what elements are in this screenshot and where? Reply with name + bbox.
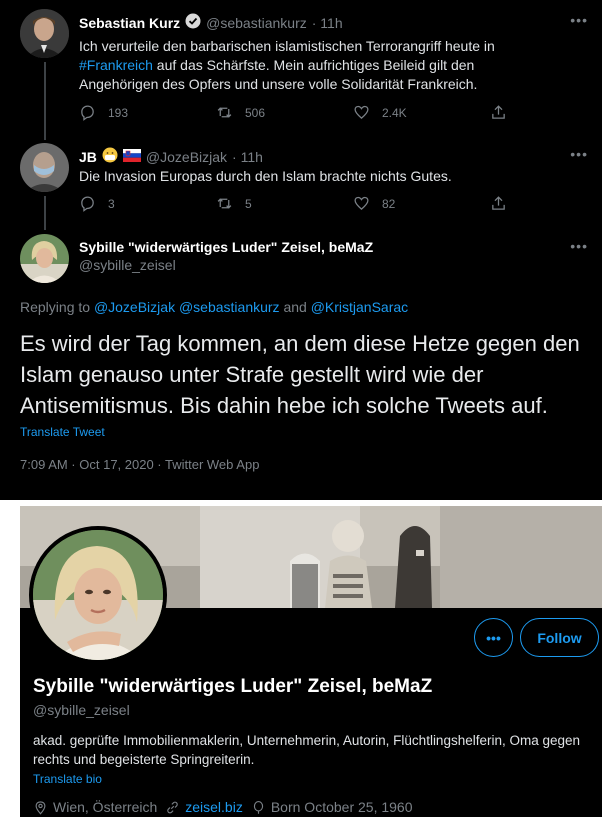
profile-birthdate: Born October 25, 1960	[251, 799, 413, 815]
tweet-header: Sybille "widerwärtiges Luder" Zeisel, be…	[79, 239, 373, 273]
retweet-icon	[217, 198, 232, 209]
like-count: 2.4K	[382, 105, 407, 120]
profile-location: Wien, Österreich	[33, 799, 157, 815]
profile-avatar-photo	[33, 530, 163, 660]
link-icon	[167, 801, 178, 813]
timestamp[interactable]: · 11h	[312, 15, 343, 31]
reply-icon	[81, 105, 94, 121]
user-handle[interactable]: @sybille_zeisel	[79, 257, 176, 273]
verified-badge-icon	[185, 13, 201, 32]
heart-icon	[354, 196, 369, 211]
tweet-text-part: Ich verurteile den barbarischen islamist…	[79, 38, 495, 54]
reply-button[interactable]: 3	[79, 195, 216, 212]
display-name[interactable]: Sybille "widerwärtiges Luder" Zeisel, be…	[79, 239, 373, 255]
share-button[interactable]	[490, 195, 507, 212]
profile-meta: Wien, Österreich zeisel.biz Born October…	[33, 799, 413, 815]
retweet-icon	[217, 107, 232, 118]
tweet-thread: Sebastian Kurz @sebastiankurz · 11h ••• …	[0, 0, 602, 500]
user-handle[interactable]: @sebastiankurz	[206, 15, 307, 31]
reply-button[interactable]: 193	[79, 104, 216, 121]
share-button[interactable]	[490, 104, 507, 121]
avatar[interactable]	[20, 143, 69, 192]
tweet-text: Die Invasion Europas durch den Islam bra…	[79, 168, 452, 184]
more-options-button[interactable]: •••	[474, 618, 513, 657]
retweet-count: 5	[245, 196, 252, 211]
replying-to: Replying to @JozeBizjak @sebastiankurz a…	[20, 299, 408, 315]
user-handle[interactable]: @JozeBizjak	[146, 149, 227, 165]
tweet-kurz[interactable]: Sebastian Kurz @sebastiankurz · 11h ••• …	[0, 0, 602, 140]
replying-to-label: Replying to	[20, 299, 91, 315]
tweet-actions: 193 506 2.4K	[79, 104, 529, 121]
website-link[interactable]: zeisel.biz	[185, 799, 243, 815]
retweet-button[interactable]: 5	[216, 195, 353, 212]
hashtag-link[interactable]: #Frankreich	[79, 57, 153, 73]
reply-icon	[81, 196, 94, 212]
reply-count: 3	[108, 196, 115, 211]
tweet-text: Ich verurteile den barbarischen islamist…	[79, 37, 549, 94]
thread-connector	[44, 196, 46, 230]
tweet-meta[interactable]: 7:09 AM · Oct 17, 2020 · Twitter Web App	[20, 457, 259, 472]
heart-icon	[354, 105, 369, 120]
tweet-header: JB @JozeBizjak · 11h	[79, 147, 263, 166]
profile-card: ••• Follow Sybille "widerwärtiges Luder"…	[20, 506, 602, 817]
timestamp[interactable]: · 11h	[232, 149, 263, 165]
translate-bio-link[interactable]: Translate bio	[33, 772, 102, 786]
follow-button[interactable]: Follow	[520, 618, 599, 657]
profile-handle: @sybille_zeisel	[33, 702, 130, 718]
retweet-button[interactable]: 506	[216, 104, 353, 121]
profile-avatar[interactable]	[29, 526, 167, 664]
tweet-header: Sebastian Kurz @sebastiankurz · 11h	[79, 13, 343, 32]
display-name[interactable]: JB	[79, 149, 97, 165]
main-tweet-text: Es wird der Tag kommen, an dem diese Het…	[20, 331, 580, 418]
avatar-photo	[20, 9, 69, 58]
retweet-count: 506	[245, 105, 266, 120]
share-icon	[492, 105, 505, 119]
avatar[interactable]	[20, 234, 69, 283]
balloon-icon	[253, 800, 263, 814]
location-pin-icon	[35, 800, 46, 815]
like-button[interactable]: 2.4K	[353, 104, 490, 121]
like-count: 82	[382, 196, 396, 211]
mention-link[interactable]: @KristjanSarac	[311, 299, 408, 315]
share-icon	[492, 196, 505, 210]
thread-connector	[44, 62, 46, 140]
profile-website[interactable]: zeisel.biz	[165, 799, 243, 815]
profile-name: Sybille "widerwärtiges Luder" Zeisel, be…	[33, 676, 433, 697]
tweet-jb[interactable]: JB @JozeBizjak · 11h ••• Die Invasion Eu…	[0, 140, 602, 230]
avatar[interactable]	[20, 9, 69, 58]
profile-bio: akad. geprüfte Immobilienmaklerin, Unter…	[33, 733, 581, 767]
like-button[interactable]: 82	[353, 195, 490, 212]
reply-count: 193	[108, 105, 129, 120]
display-name[interactable]: Sebastian Kurz	[79, 15, 180, 31]
slovenia-flag-icon	[122, 148, 141, 165]
more-dots-icon[interactable]: •••	[570, 238, 588, 254]
translate-tweet-link[interactable]: Translate Tweet	[20, 425, 105, 439]
replying-and: and	[283, 299, 307, 315]
face-with-mask-emoji-icon	[102, 147, 118, 166]
mention-link[interactable]: @JozeBizjak @sebastiankurz	[94, 299, 280, 315]
avatar-photo	[20, 234, 69, 283]
more-dots-icon[interactable]: •••	[570, 146, 588, 162]
avatar-photo	[20, 143, 69, 192]
tweet-actions: 3 5 82	[79, 195, 529, 212]
born-text: Born October 25, 1960	[270, 799, 413, 815]
location-text: Wien, Österreich	[53, 799, 158, 815]
more-dots-icon[interactable]: •••	[570, 12, 588, 28]
